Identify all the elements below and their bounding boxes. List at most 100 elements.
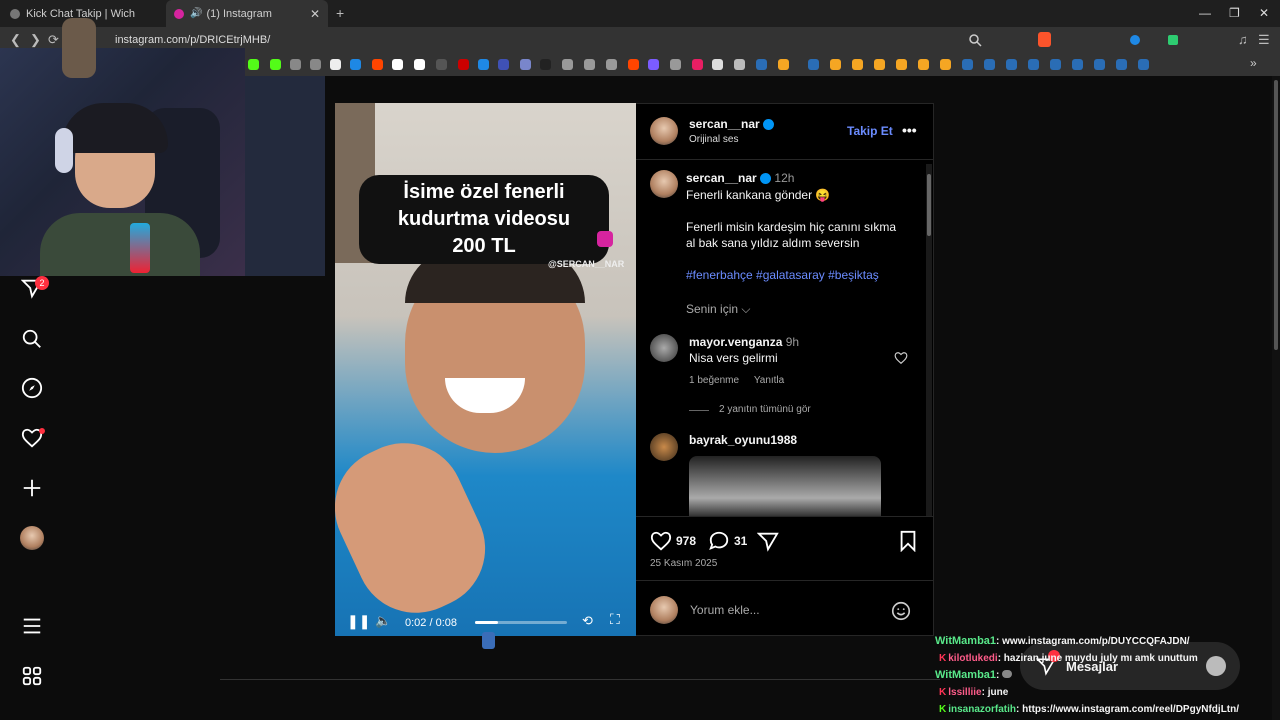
comment-likes[interactable]: 1 beğenme xyxy=(689,375,739,386)
bookmark-icon[interactable] xyxy=(330,59,341,70)
explore-icon[interactable] xyxy=(20,376,44,400)
bookmark-icon[interactable] xyxy=(392,59,403,70)
browser-menu-icon[interactable]: ☰ xyxy=(1258,32,1270,48)
close-tab-icon[interactable]: ✕ xyxy=(310,7,320,21)
close-window-icon[interactable]: ✕ xyxy=(1259,6,1269,20)
bookmark-icon[interactable] xyxy=(498,59,509,70)
post-video[interactable]: İsime özel fenerli kudurtma videosu 200 … xyxy=(335,103,636,636)
bookmark-icon[interactable] xyxy=(874,59,885,70)
follow-button[interactable]: Takip Et xyxy=(847,124,893,138)
likes-count[interactable]: 978 xyxy=(676,534,696,548)
bookmark-icon[interactable] xyxy=(562,59,573,70)
bookmark-icon[interactable] xyxy=(648,59,659,70)
zoom-icon[interactable] xyxy=(968,33,982,47)
bookmark-icon[interactable] xyxy=(1072,59,1083,70)
bookmark-icon[interactable] xyxy=(918,59,929,70)
search-icon[interactable] xyxy=(20,327,44,351)
comment-icon[interactable] xyxy=(708,530,730,552)
bookmark-icon[interactable] xyxy=(984,59,995,70)
new-tab-button[interactable]: + xyxy=(336,5,344,21)
bookmark-icon[interactable] xyxy=(896,59,907,70)
comment-username[interactable]: bayrak_oyunu1988 xyxy=(689,433,797,447)
bookmark-icon[interactable] xyxy=(372,59,383,70)
grid-icon[interactable] xyxy=(20,664,44,688)
bookmark-icon[interactable] xyxy=(1050,59,1061,70)
comment-username[interactable]: mayor.venganza xyxy=(689,335,782,349)
bookmark-icon[interactable] xyxy=(310,59,321,70)
bookmark-icon[interactable] xyxy=(436,59,447,70)
comment-avatar[interactable] xyxy=(650,334,678,362)
menu-icon[interactable] xyxy=(20,614,44,638)
volume-icon[interactable]: 🔈 xyxy=(375,613,391,629)
more-bookmarks-icon[interactable]: » xyxy=(1250,56,1257,70)
comments-scrollbar[interactable] xyxy=(926,164,932,516)
comment-avatar[interactable] xyxy=(650,433,678,461)
extension-icon[interactable] xyxy=(1168,35,1178,45)
scrollbar-thumb[interactable] xyxy=(1274,80,1278,350)
audio-label[interactable]: Orijinal ses xyxy=(689,134,738,145)
bookmark-icon[interactable] xyxy=(540,59,551,70)
comments-count[interactable]: 31 xyxy=(734,534,747,548)
bookmark-icon[interactable] xyxy=(606,59,617,70)
fullscreen-icon[interactable]: ⛶ xyxy=(610,611,620,628)
bookmark-icon[interactable] xyxy=(778,59,789,70)
bookmark-icon[interactable] xyxy=(1006,59,1017,70)
minimize-icon[interactable]: — xyxy=(1199,6,1211,20)
bookmark-icon[interactable] xyxy=(290,59,301,70)
like-icon[interactable] xyxy=(650,530,672,552)
bookmark-icon[interactable] xyxy=(940,59,951,70)
emoji-icon[interactable] xyxy=(890,600,912,622)
replay-icon[interactable]: ⟲ xyxy=(582,613,593,629)
bookmark-icon[interactable] xyxy=(1116,59,1127,70)
view-replies-button[interactable]: 2 yanıtın tümünü gör xyxy=(719,404,811,415)
bookmark-icon[interactable] xyxy=(962,59,973,70)
bookmark-icon[interactable] xyxy=(270,59,281,70)
plus-icon[interactable] xyxy=(20,476,44,500)
tab-instagram[interactable]: 🔊 (1) Instagram ✕ xyxy=(166,0,328,27)
reply-button[interactable]: Yanıtla xyxy=(754,375,784,386)
caption-avatar[interactable] xyxy=(650,170,678,198)
bookmark-icon[interactable] xyxy=(1028,59,1039,70)
post-avatar[interactable] xyxy=(650,117,678,145)
bookmark-icon[interactable] xyxy=(628,59,639,70)
comment-image[interactable] xyxy=(689,456,881,516)
bookmark-icon[interactable] xyxy=(852,59,863,70)
post-username[interactable]: sercan__nar xyxy=(689,117,775,131)
bookmark-icon[interactable] xyxy=(1094,59,1105,70)
bookmark-icon[interactable] xyxy=(478,59,489,70)
restore-icon[interactable]: ❐ xyxy=(1229,6,1240,20)
scrollbar-thumb[interactable] xyxy=(927,174,931,236)
bookmark-icon[interactable] xyxy=(898,530,918,552)
comment-heart-icon[interactable] xyxy=(894,351,908,365)
bookmark-icon[interactable] xyxy=(350,59,361,70)
for-you-label[interactable]: Senin için ⌵ xyxy=(686,302,750,317)
folder-icon[interactable] xyxy=(734,59,745,70)
bookmark-icon[interactable] xyxy=(756,59,767,70)
pause-icon[interactable]: ❚❚ xyxy=(347,613,370,630)
caption-username[interactable]: sercan__nar xyxy=(686,171,757,185)
brave-shield-icon[interactable] xyxy=(1038,32,1051,47)
comment-input[interactable]: Yorum ekle... xyxy=(690,603,760,617)
bookmark-icon[interactable] xyxy=(1138,59,1149,70)
share-icon[interactable] xyxy=(757,530,779,552)
bookmark-icon[interactable] xyxy=(458,59,469,70)
back-icon[interactable]: ❮ xyxy=(10,32,21,48)
bookmark-icon[interactable] xyxy=(670,59,681,70)
extension-icon[interactable] xyxy=(1130,35,1140,45)
bookmark-icon[interactable] xyxy=(808,59,819,70)
more-icon[interactable]: ••• xyxy=(902,122,917,138)
bookmark-icon[interactable] xyxy=(248,59,259,70)
forward-icon[interactable]: ❯ xyxy=(30,32,41,48)
media-icon[interactable]: ♫ xyxy=(1238,32,1248,47)
reload-icon[interactable]: ⟳ xyxy=(48,32,59,48)
bookmark-icon[interactable] xyxy=(830,59,841,70)
bookmark-icon[interactable] xyxy=(584,59,595,70)
hashtags[interactable]: #fenerbahçe #galatasaray #beşiktaş xyxy=(686,267,916,283)
bookmark-icon[interactable] xyxy=(712,59,723,70)
video-progress-bar[interactable] xyxy=(475,621,567,624)
profile-avatar[interactable] xyxy=(20,526,44,550)
page-scrollbar[interactable] xyxy=(1272,76,1280,720)
bookmark-icon[interactable] xyxy=(414,59,425,70)
bookmark-icon[interactable] xyxy=(692,59,703,70)
bookmark-icon[interactable] xyxy=(520,59,531,70)
